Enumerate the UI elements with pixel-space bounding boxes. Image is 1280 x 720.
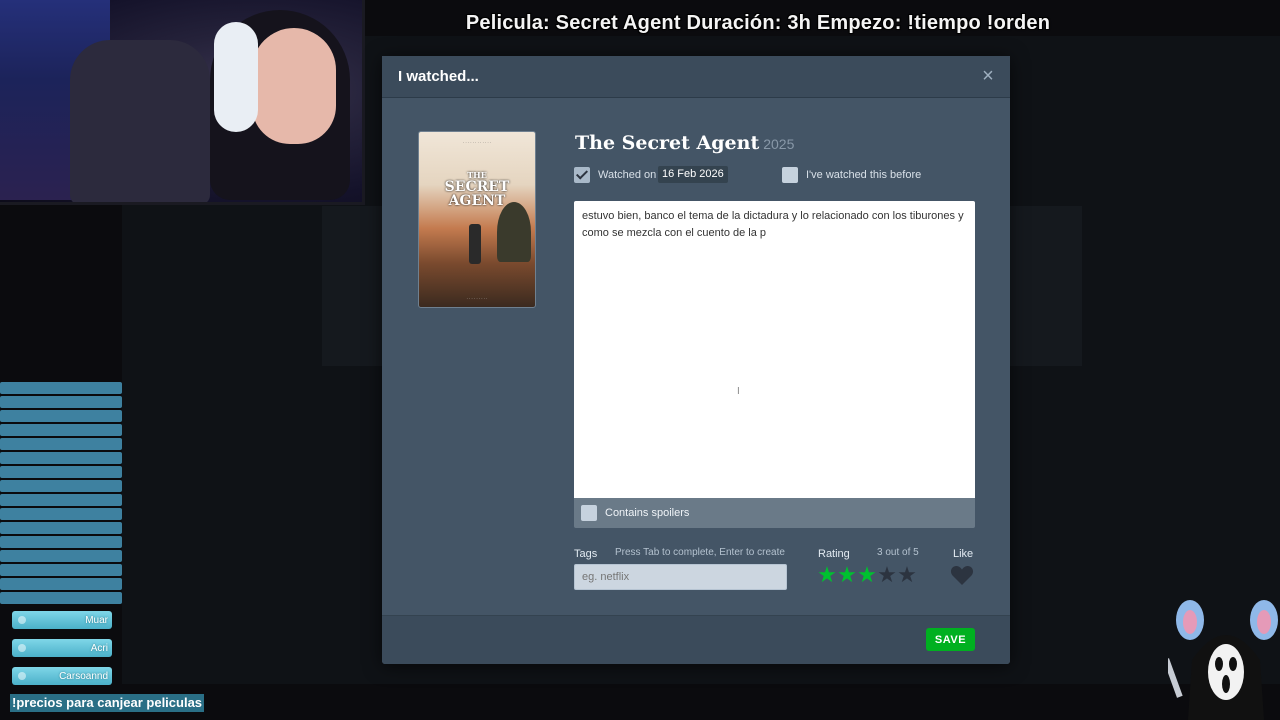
film-title: The Secret Agent 2025 — [575, 132, 794, 154]
chat-line — [0, 536, 122, 548]
watched-before-checkbox[interactable] — [782, 167, 798, 183]
webcam-chair — [70, 40, 210, 202]
alert-label: Acri — [90, 642, 108, 654]
watched-on-checkbox[interactable] — [574, 167, 590, 183]
watched-on-label: Watched on — [598, 169, 657, 181]
rating-star-icon[interactable]: ★ — [857, 564, 877, 586]
chat-line — [0, 424, 122, 436]
film-name: The Secret Agent — [575, 132, 760, 154]
dialog-footer: SAVE — [382, 615, 1010, 664]
rating-star-icon[interactable]: ★ — [897, 564, 917, 586]
watched-on-date[interactable]: 16 Feb 2026 — [658, 166, 728, 183]
watched-before-label: I've watched this before — [806, 169, 922, 181]
chat-line — [0, 508, 122, 520]
review-text: estuvo bien, banco el tema de la dictadu… — [582, 210, 964, 239]
rating-star-icon[interactable]: ★ — [877, 564, 897, 586]
tags-input[interactable] — [574, 564, 787, 590]
poster-credits: · · · · · · · · · · · · — [462, 140, 492, 145]
chat-line — [0, 522, 122, 534]
text-cursor-icon: I — [737, 386, 740, 397]
headset-icon — [214, 22, 258, 132]
alert-label: Muar — [85, 614, 108, 626]
chat-line — [0, 550, 122, 562]
stream-alert: Carsoannd — [12, 667, 112, 685]
chat-line — [0, 466, 122, 478]
stream-alert: Acri — [12, 639, 112, 657]
chat-line — [0, 578, 122, 590]
rating-star-icon[interactable]: ★ — [817, 564, 837, 586]
rating-star-icon[interactable]: ★ — [837, 564, 857, 586]
close-icon[interactable]: × — [980, 66, 996, 86]
heart-icon[interactable] — [950, 564, 974, 586]
contains-spoilers-label: Contains spoilers — [605, 507, 690, 519]
webcam-face — [252, 28, 336, 144]
chat-line — [0, 480, 122, 492]
film-poster: · · · · · · · · · · · · THE SECRET AGENT… — [418, 131, 536, 308]
chat-line — [0, 592, 122, 604]
chat-line — [0, 494, 122, 506]
alert-label: Carsoannd — [59, 670, 108, 682]
film-year: 2025 — [763, 136, 795, 152]
tags-label: Tags — [574, 548, 598, 560]
dialog-header: I watched... × — [382, 56, 1010, 98]
poster-footer: · · · · · · · · · — [466, 296, 488, 301]
like-label: Like — [953, 548, 974, 560]
chat-line — [0, 438, 122, 450]
chat-line — [0, 452, 122, 464]
rating-value-text: 3 out of 5 — [877, 547, 919, 558]
stream-alert: Muar — [12, 611, 112, 629]
log-film-dialog: I watched... × · · · · · · · · · · · · T… — [382, 56, 1010, 664]
contains-spoilers-checkbox[interactable] — [581, 505, 597, 521]
ghostface-mascot-icon — [1168, 600, 1278, 720]
rating-label: Rating — [818, 548, 850, 560]
stream-ticker: !precios para canjear peliculas — [10, 694, 205, 712]
review-textarea[interactable]: estuvo bien, banco el tema de la dictadu… — [574, 201, 975, 498]
spoiler-bar: Contains spoilers — [574, 498, 975, 528]
dialog-title: I watched... — [398, 68, 479, 85]
stream-title: Pelicula: Secret Agent Duración: 3h Empe… — [465, 12, 1051, 34]
save-button[interactable]: SAVE — [926, 628, 975, 651]
rating-stars[interactable]: ★ ★ ★ ★ ★ — [817, 564, 917, 586]
tags-hint: Press Tab to complete, Enter to create — [615, 547, 785, 558]
poster-figure — [469, 224, 481, 264]
poster-tree — [497, 202, 531, 262]
stream-chat — [0, 380, 122, 606]
alert-icon — [18, 672, 26, 680]
alert-icon — [18, 644, 26, 652]
chat-line — [0, 396, 122, 408]
chat-line — [0, 564, 122, 576]
chat-line — [0, 410, 122, 422]
alert-icon — [18, 616, 26, 624]
chat-line — [0, 382, 122, 394]
